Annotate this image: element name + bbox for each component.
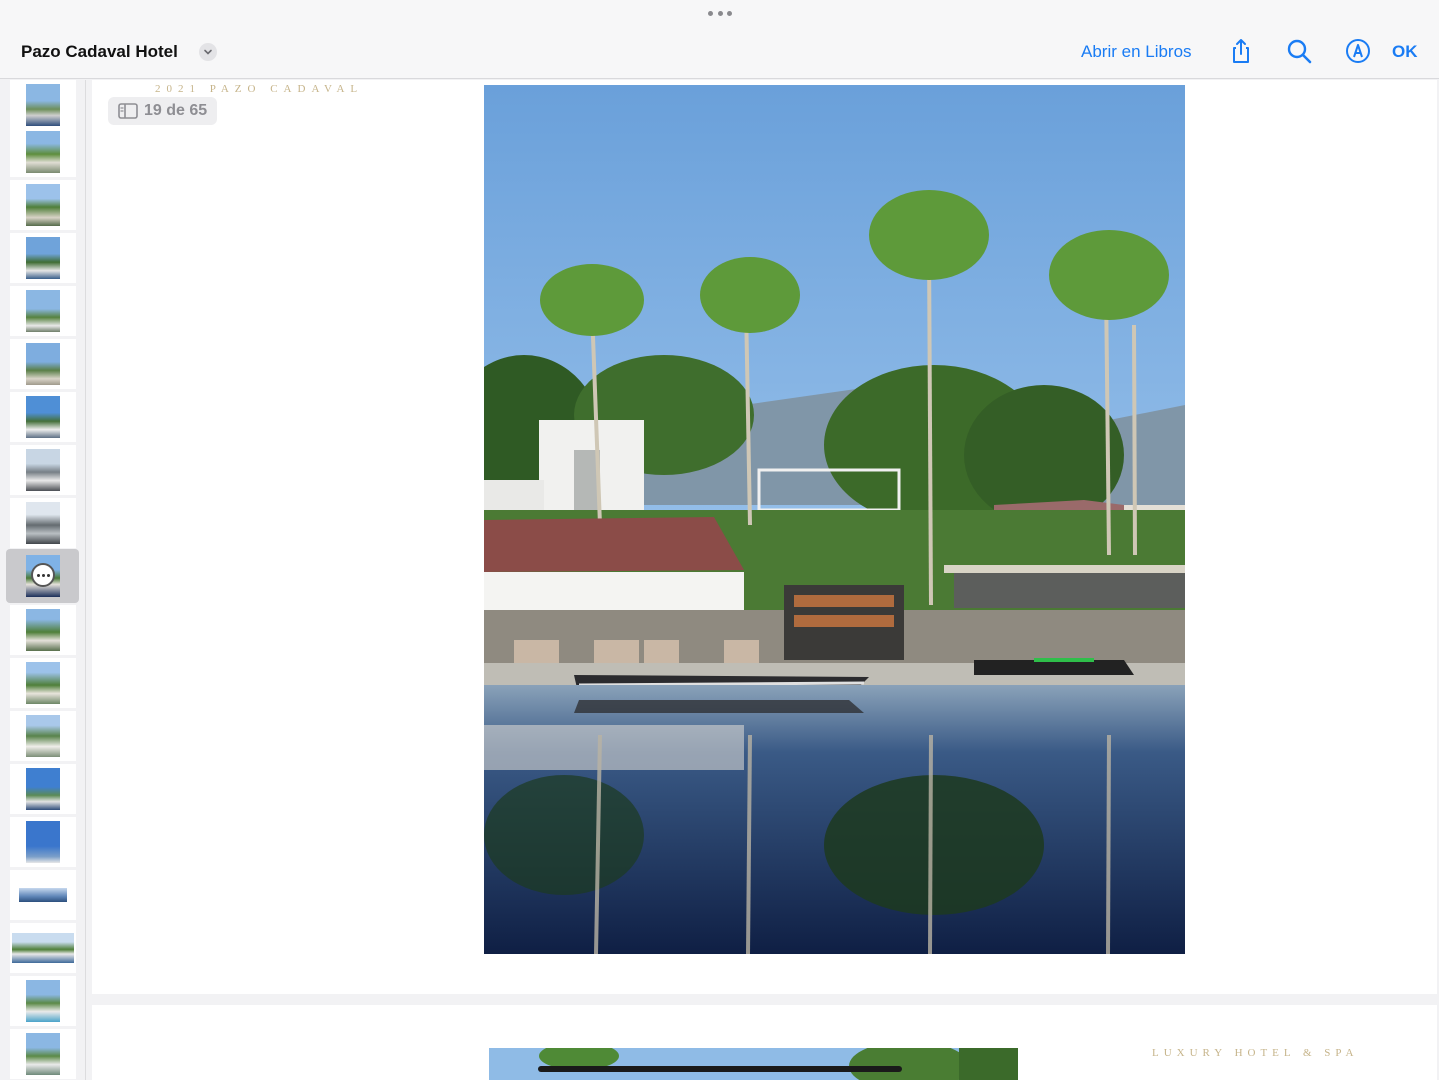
page-thumbnail[interactable]	[10, 180, 76, 230]
thumbnail-sidebar[interactable]	[0, 80, 86, 1080]
page-thumbnail[interactable]	[10, 339, 76, 389]
pdf-viewer: Pazo Cadaval Hotel Abrir en Libros OK 20…	[0, 0, 1439, 1080]
toolbar: Pazo Cadaval Hotel Abrir en Libros OK	[0, 0, 1439, 79]
page-counter[interactable]: 19 de 65	[108, 97, 218, 125]
page-header: 2021 PAZO CADAVAL	[155, 83, 364, 95]
sidebar-toggle-icon	[118, 103, 138, 119]
page-counter-label: 19 de 65	[144, 102, 208, 119]
page-thumbnail[interactable]	[10, 658, 76, 708]
page-thumbnail[interactable]	[10, 233, 76, 283]
page-thumbnail[interactable]	[10, 498, 76, 548]
more-dots-icon[interactable]	[708, 9, 732, 17]
markup-icon[interactable]	[1344, 37, 1372, 65]
page-thumbnail[interactable]	[10, 80, 76, 130]
page-thumbnail[interactable]	[10, 1029, 76, 1079]
page-thumbnail[interactable]	[10, 392, 76, 442]
ok-button[interactable]: OK	[1392, 42, 1418, 62]
page-thumbnail[interactable]	[10, 870, 76, 920]
open-in-books-button[interactable]: Abrir en Libros	[1081, 42, 1192, 62]
more-icon[interactable]	[31, 563, 55, 587]
page-thumbnail[interactable]	[10, 286, 76, 336]
page-thumbnail[interactable]	[10, 764, 76, 814]
search-icon[interactable]	[1285, 37, 1313, 65]
hotel-photo	[484, 85, 1185, 954]
document-page[interactable]: 2021 PAZO CADAVAL 19 de 65	[92, 80, 1437, 994]
page-thumbnail[interactable]	[10, 445, 76, 495]
chevron-down-icon[interactable]	[199, 43, 217, 61]
home-indicator[interactable]	[538, 1066, 902, 1072]
document-title[interactable]: Pazo Cadaval Hotel	[21, 42, 178, 62]
page-thumbnail[interactable]	[10, 127, 76, 177]
page-header: LUXURY HOTEL & SPA	[1152, 1047, 1359, 1059]
page-thumbnail[interactable]	[10, 817, 76, 867]
hotel-photo	[489, 1048, 1018, 1080]
page-thumbnail-current[interactable]	[6, 549, 79, 603]
page-thumbnail[interactable]	[10, 711, 76, 761]
share-icon[interactable]	[1227, 37, 1255, 65]
page-thumbnail[interactable]	[10, 923, 76, 973]
page-thumbnail[interactable]	[10, 976, 76, 1026]
page-thumbnail[interactable]	[10, 605, 76, 655]
